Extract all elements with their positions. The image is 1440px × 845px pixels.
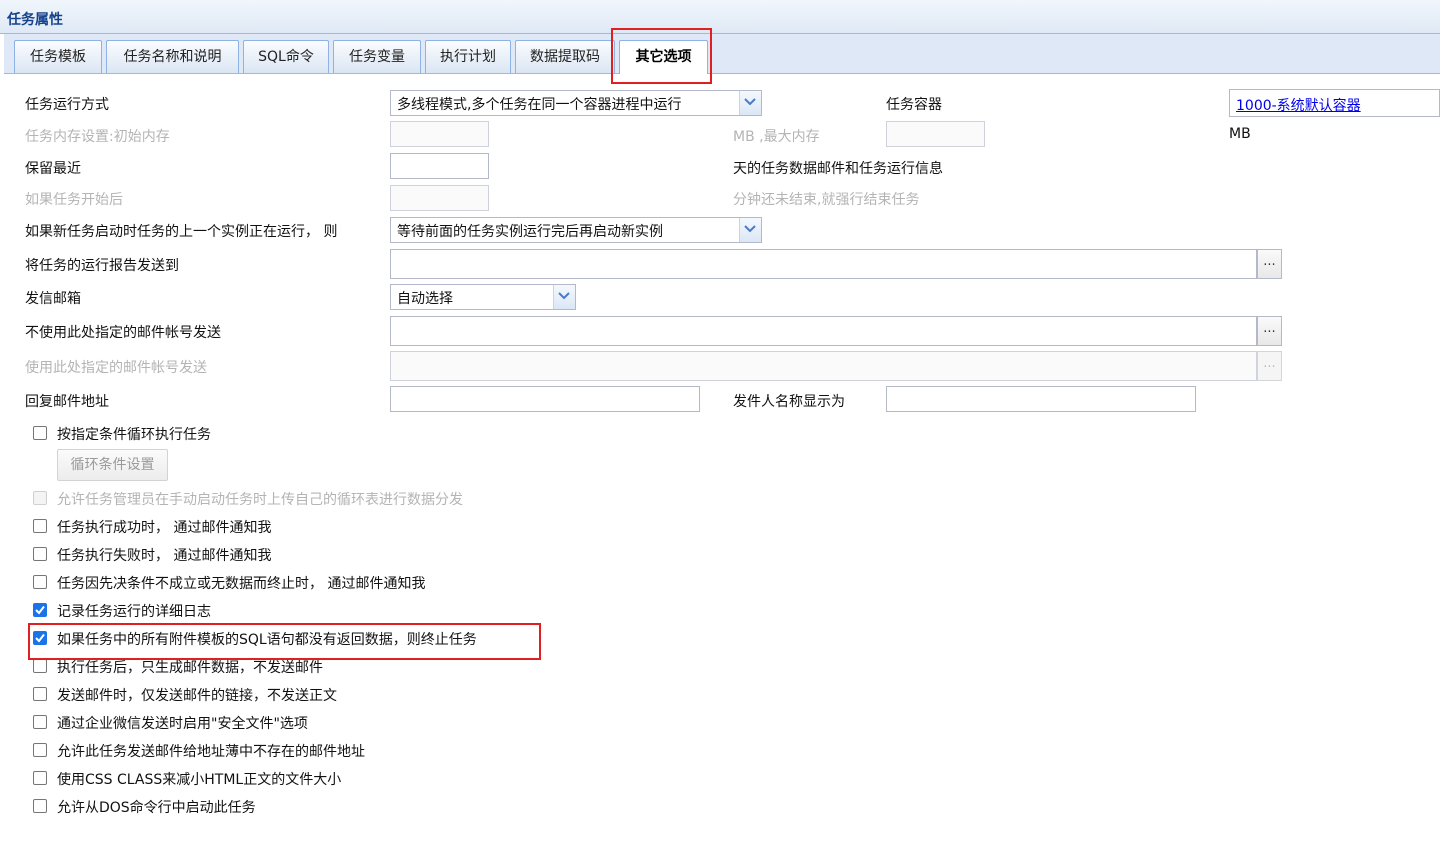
- checkbox-notify-success[interactable]: [33, 519, 47, 533]
- checkbox-label-allow-unknown-address: 允许此任务发送邮件给地址薄中不存在的邮件地址: [57, 744, 365, 760]
- tab-sql-command[interactable]: SQL命令: [243, 40, 329, 73]
- checkbox-label-notify-precondition: 任务因先决条件不成立或无数据而终止时， 通过邮件通知我: [57, 576, 426, 592]
- memory-init-label: 任务内存设置:初始内存: [25, 129, 170, 145]
- checkbox-dos-command[interactable]: [33, 799, 47, 813]
- keep-recent-suffix: 天的任务数据邮件和任务运行信息: [733, 161, 943, 177]
- overlap-policy-value: 等待前面的任务实例运行完后再启动新实例: [397, 224, 663, 240]
- highlight-box-option: [28, 623, 541, 660]
- run-mode-value: 多线程模式,多个任务在同一个容器进程中运行: [397, 97, 682, 113]
- checkbox-label-detailed-log: 记录任务运行的详细日志: [57, 604, 211, 620]
- panel-header: 任务属性: [0, 0, 1440, 34]
- checkbox-wecom-safe-file[interactable]: [33, 715, 47, 729]
- tab-execution-plan[interactable]: 执行计划: [425, 40, 511, 73]
- checkbox-link-only[interactable]: [33, 687, 47, 701]
- checkmark-icon: [35, 605, 45, 615]
- exclude-accounts-browse-button[interactable]: ...: [1257, 316, 1282, 346]
- checkbox-label-dos-command: 允许从DOS命令行中启动此任务: [57, 800, 256, 816]
- report-to-label: 将任务的运行报告发送到: [25, 258, 179, 274]
- checkbox-detailed-log[interactable]: [33, 603, 47, 617]
- checkbox-label-generate-only: 执行任务后，只生成邮件数据，不发送邮件: [57, 660, 323, 676]
- tab-data-extract-code[interactable]: 数据提取码: [515, 40, 615, 73]
- run-mode-label: 任务运行方式: [25, 97, 109, 113]
- loop-condition-button[interactable]: 循环条件设置: [57, 449, 168, 481]
- exclude-accounts-input[interactable]: [390, 316, 1257, 346]
- reply-to-input[interactable]: [390, 386, 700, 412]
- highlight-box-tab: [611, 28, 712, 84]
- chevron-down-icon[interactable]: [553, 285, 575, 309]
- checkbox-label-allow-upload-loop-table: 允许任务管理员在手动启动任务时上传自己的循环表进行数据分发: [57, 492, 463, 508]
- checkbox-generate-only[interactable]: [33, 659, 47, 673]
- sender-name-input[interactable]: [886, 386, 1196, 412]
- memory-max-label: MB ,最大内存: [733, 129, 820, 145]
- panel-title: 任务属性: [7, 12, 63, 28]
- container-link[interactable]: 1000-系统默认容器: [1236, 95, 1361, 115]
- overlap-policy-select[interactable]: 等待前面的任务实例运行完后再启动新实例: [390, 217, 762, 243]
- timeout-suffix: 分钟还未结束,就强行结束任务: [733, 192, 920, 208]
- tab-task-template[interactable]: 任务模板: [14, 40, 102, 73]
- container-label: 任务容器: [886, 97, 942, 113]
- keep-recent-days-input[interactable]: [390, 153, 489, 179]
- checkbox-label-css-class: 使用CSS CLASS来减小HTML正文的文件大小: [57, 772, 342, 788]
- sender-mailbox-label: 发信邮箱: [25, 291, 81, 307]
- memory-unit-label: MB: [1229, 126, 1251, 142]
- checkbox-label-notify-failure: 任务执行失败时， 通过邮件通知我: [57, 548, 272, 564]
- checkbox-notify-failure[interactable]: [33, 547, 47, 561]
- checkbox-loop-task[interactable]: [33, 426, 47, 440]
- checkbox-allow-unknown-address[interactable]: [33, 743, 47, 757]
- sender-mailbox-select[interactable]: 自动选择: [390, 284, 576, 310]
- checkbox-allow-upload-loop-table[interactable]: [33, 491, 47, 505]
- keep-recent-label: 保留最近: [25, 161, 81, 177]
- container-field[interactable]: 1000-系统默认容器: [1229, 89, 1440, 117]
- use-accounts-input[interactable]: [390, 351, 1257, 381]
- sender-mailbox-value: 自动选择: [397, 291, 453, 307]
- use-accounts-browse-button[interactable]: ...: [1257, 351, 1282, 381]
- tab-task-variables[interactable]: 任务变量: [333, 40, 421, 73]
- timeout-minutes-input[interactable]: [390, 185, 489, 211]
- checkbox-label-notify-success: 任务执行成功时， 通过邮件通知我: [57, 520, 272, 536]
- reply-to-label: 回复邮件地址: [25, 394, 109, 410]
- report-to-input[interactable]: [390, 249, 1257, 279]
- chevron-down-icon[interactable]: [739, 91, 761, 115]
- memory-max-input[interactable]: [886, 121, 985, 147]
- report-to-browse-button[interactable]: ...: [1257, 249, 1282, 279]
- tab-strip: 任务模板 任务名称和说明 SQL命令 任务变量 执行计划 数据提取码 其它选项: [4, 34, 1440, 74]
- exclude-accounts-label: 不使用此处指定的邮件帐号发送: [25, 325, 221, 341]
- timeout-label: 如果任务开始后: [25, 192, 123, 208]
- use-accounts-label: 使用此处指定的邮件帐号发送: [25, 360, 207, 376]
- sender-name-label: 发件人名称显示为: [733, 394, 845, 410]
- run-mode-select[interactable]: 多线程模式,多个任务在同一个容器进程中运行: [390, 90, 762, 116]
- checkbox-label-link-only: 发送邮件时，仅发送邮件的链接，不发送正文: [57, 688, 337, 704]
- checkbox-label-wecom-safe-file: 通过企业微信发送时启用"安全文件"选项: [57, 716, 308, 732]
- checkbox-notify-precondition[interactable]: [33, 575, 47, 589]
- memory-init-input[interactable]: [390, 121, 489, 147]
- checkbox-label-loop-task: 按指定条件循环执行任务: [57, 427, 211, 443]
- chevron-down-icon[interactable]: [739, 218, 761, 242]
- overlap-label: 如果新任务启动时任务的上一个实例正在运行， 则: [25, 224, 338, 240]
- checkbox-css-class[interactable]: [33, 771, 47, 785]
- tab-task-name-description[interactable]: 任务名称和说明: [106, 40, 239, 73]
